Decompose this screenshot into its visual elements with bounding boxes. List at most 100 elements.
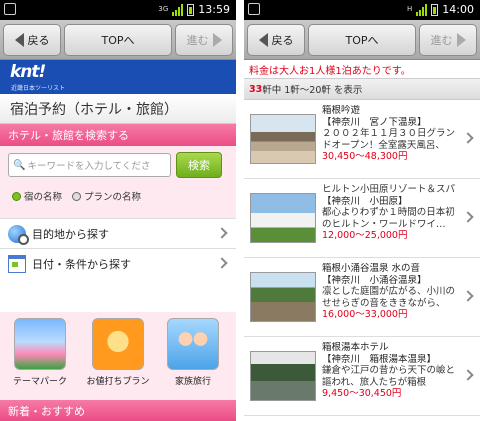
chevron-right-icon (462, 290, 474, 302)
result-range-text: 軒中 1軒～20軒 を表示 (262, 85, 363, 96)
search-icon: 🔍 (13, 159, 26, 171)
back-label: 戻る (27, 34, 50, 47)
status-bar: H 14:00 (244, 0, 480, 20)
status-clock: 14:00 (442, 3, 474, 16)
category-family-travel[interactable]: 家族旅行 (158, 318, 228, 387)
radio-plan-name[interactable]: プランの名称 (72, 189, 141, 203)
hotel-name: 箱根小涌谷温泉 水の音 (322, 263, 421, 274)
hotel-area: 【神奈川 箱根湯本温泉】 (322, 353, 437, 365)
hotel-price: 16,000～33,000円 (322, 309, 408, 320)
nav-destination-label: 目的地から探す (32, 227, 109, 241)
radio-plan-label: プランの名称 (84, 192, 142, 203)
result-total-count: 33 (249, 83, 263, 95)
battery-icon (187, 3, 195, 16)
hotel-area: 【神奈川 小涌谷温泉】 (322, 274, 427, 286)
hotel-price: 30,450～48,300円 (322, 151, 408, 162)
hotel-list-item[interactable]: 箱根湯本ホテル 【神奈川 箱根湯本温泉】 鎌倉や江戸の昔から天下の嶮と謳われ、旅… (244, 337, 480, 416)
forward-label: 進む (186, 34, 209, 47)
hotel-thumbnail (250, 351, 316, 401)
category-label: お値打ちプラン (86, 377, 150, 387)
hotel-name: 箱根湯本ホテル (322, 342, 389, 353)
back-arrow-icon (258, 33, 268, 47)
back-button[interactable]: 戻る (3, 24, 61, 56)
hotel-list-item[interactable]: ヒルトン小田原リゾート＆スパ 【神奈川 小田原】 都心よりわずか１時間の日本初の… (244, 179, 480, 258)
radio-unselected-icon (72, 191, 82, 201)
signal-icon (416, 3, 428, 16)
hotel-thumbnail (250, 193, 316, 243)
hotel-description: ２００２年１１月３０日グランドオープン！全室露天風呂、 (322, 128, 456, 151)
top-label: TOPへ (101, 34, 135, 47)
screenshot-pair: 3G 13:59 戻る TOPへ 進む knt! 近畿日本ツーリスト 宿泊予約（… (0, 0, 480, 421)
back-arrow-icon (14, 33, 24, 47)
globe-search-icon (8, 224, 29, 245)
hotel-thumbnail (250, 114, 316, 164)
price-note: 料金は大人お1人様1泊あたりです。 (244, 60, 480, 78)
radio-selected-icon (12, 191, 21, 201)
network-type: H (407, 5, 413, 13)
forward-button[interactable]: 進む (175, 24, 233, 56)
right-phone-screen: H 14:00 戻る TOPへ 進む 料金は大人お1人様1泊あたりです。 33 … (244, 0, 480, 421)
back-label: 戻る (271, 34, 294, 47)
chevron-right-icon (216, 226, 228, 239)
hotel-name: 箱根吟遊 (322, 105, 361, 116)
hotel-description: 凛とした庭園が広がる、小川のせせらぎの音をききながら、 (322, 286, 456, 309)
hotel-thumbnail (250, 272, 316, 322)
hotel-price: 9,450～30,450円 (322, 388, 402, 399)
category-label: 家族旅行 (174, 377, 211, 387)
chevron-right-icon (216, 256, 228, 269)
search-placeholder: キーワードを入力してくださ (27, 161, 151, 172)
nav-date-condition[interactable]: 日付・条件から探す (0, 248, 236, 278)
hotel-description: 鎌倉や江戸の昔から天下の嶮と謳われ、旅人たちが箱根 (322, 365, 456, 388)
recommend-section-header: 新着・おすすめ (0, 400, 236, 421)
family-travel-icon (167, 318, 219, 370)
chevron-right-icon (462, 211, 474, 223)
page-title: 宿泊予約（ホテル・旅館） (0, 94, 236, 124)
hotel-list: 箱根吟遊 【神奈川 宮ノ下温泉】 ２００２年１１月３０日グランドオープン！全室露… (244, 100, 480, 416)
theme-park-icon (14, 318, 66, 370)
signal-icon (172, 3, 184, 16)
search-area: 🔍 キーワードを入力してくださ 検索 (0, 146, 236, 184)
brand-header: knt! 近畿日本ツーリスト (0, 60, 236, 94)
deal-plan-icon (92, 318, 144, 370)
chevron-right-icon (462, 369, 474, 381)
status-bar: 3G 13:59 (0, 0, 236, 20)
network-type: 3G (158, 5, 169, 13)
nav-date-label: 日付・条件から探す (32, 257, 131, 271)
category-label: テーマパーク (12, 377, 67, 387)
back-button[interactable]: 戻る (247, 24, 305, 56)
left-phone-screen: 3G 13:59 戻る TOPへ 進む knt! 近畿日本ツーリスト 宿泊予約（… (0, 0, 236, 421)
hotel-price: 12,000～25,000円 (322, 230, 408, 241)
top-label: TOPへ (345, 34, 379, 47)
browser-toolbar: 戻る TOPへ 進む (0, 20, 236, 60)
status-clock: 13:59 (198, 3, 230, 16)
calendar-icon (8, 254, 26, 273)
hotel-description: 都心よりわずか１時間の日本初のヒルトン・ワールドワイ… (322, 207, 455, 230)
search-type-radios: 宿の名称 プランの名称 (0, 184, 236, 208)
keyword-search-input[interactable]: 🔍 キーワードを入力してくださ (8, 153, 171, 177)
top-button[interactable]: TOPへ (308, 24, 416, 56)
forward-button[interactable]: 進む (419, 24, 477, 56)
notification-icon (248, 3, 260, 15)
notification-icon (4, 3, 16, 15)
radio-hotel-label: 宿の名称 (24, 192, 63, 203)
result-count-bar: 33 軒中 1軒～20軒 を表示 (244, 78, 480, 100)
radio-hotel-name[interactable]: 宿の名称 (12, 189, 62, 203)
logo-subtitle: 近畿日本ツーリスト (11, 85, 66, 92)
chevron-right-icon (462, 132, 474, 144)
nav-destination[interactable]: 目的地から探す (0, 218, 236, 248)
search-section-header: ホテル・旅館を検索する (0, 124, 236, 146)
hotel-list-item[interactable]: 箱根小涌谷温泉 水の音 【神奈川 小涌谷温泉】 凛とした庭園が広がる、小川のせせ… (244, 258, 480, 337)
knt-logo[interactable]: knt! (10, 62, 46, 82)
top-button[interactable]: TOPへ (64, 24, 172, 56)
hotel-name: ヒルトン小田原リゾート＆スパ (322, 184, 456, 195)
forward-label: 進む (430, 34, 453, 47)
hotel-list-item[interactable]: 箱根吟遊 【神奈川 宮ノ下温泉】 ２００２年１１月３０日グランドオープン！全室露… (244, 100, 480, 179)
category-deal-plan[interactable]: お値打ちプラン (83, 318, 153, 387)
category-theme-park[interactable]: テーマパーク (5, 318, 75, 387)
hotel-area: 【神奈川 宮ノ下温泉】 (322, 116, 427, 128)
battery-icon (431, 3, 439, 16)
search-button[interactable]: 検索 (176, 152, 222, 178)
category-grid: テーマパーク お値打ちプラン 家族旅行 (0, 312, 236, 400)
forward-arrow-icon (212, 33, 222, 47)
forward-arrow-icon (456, 33, 466, 47)
